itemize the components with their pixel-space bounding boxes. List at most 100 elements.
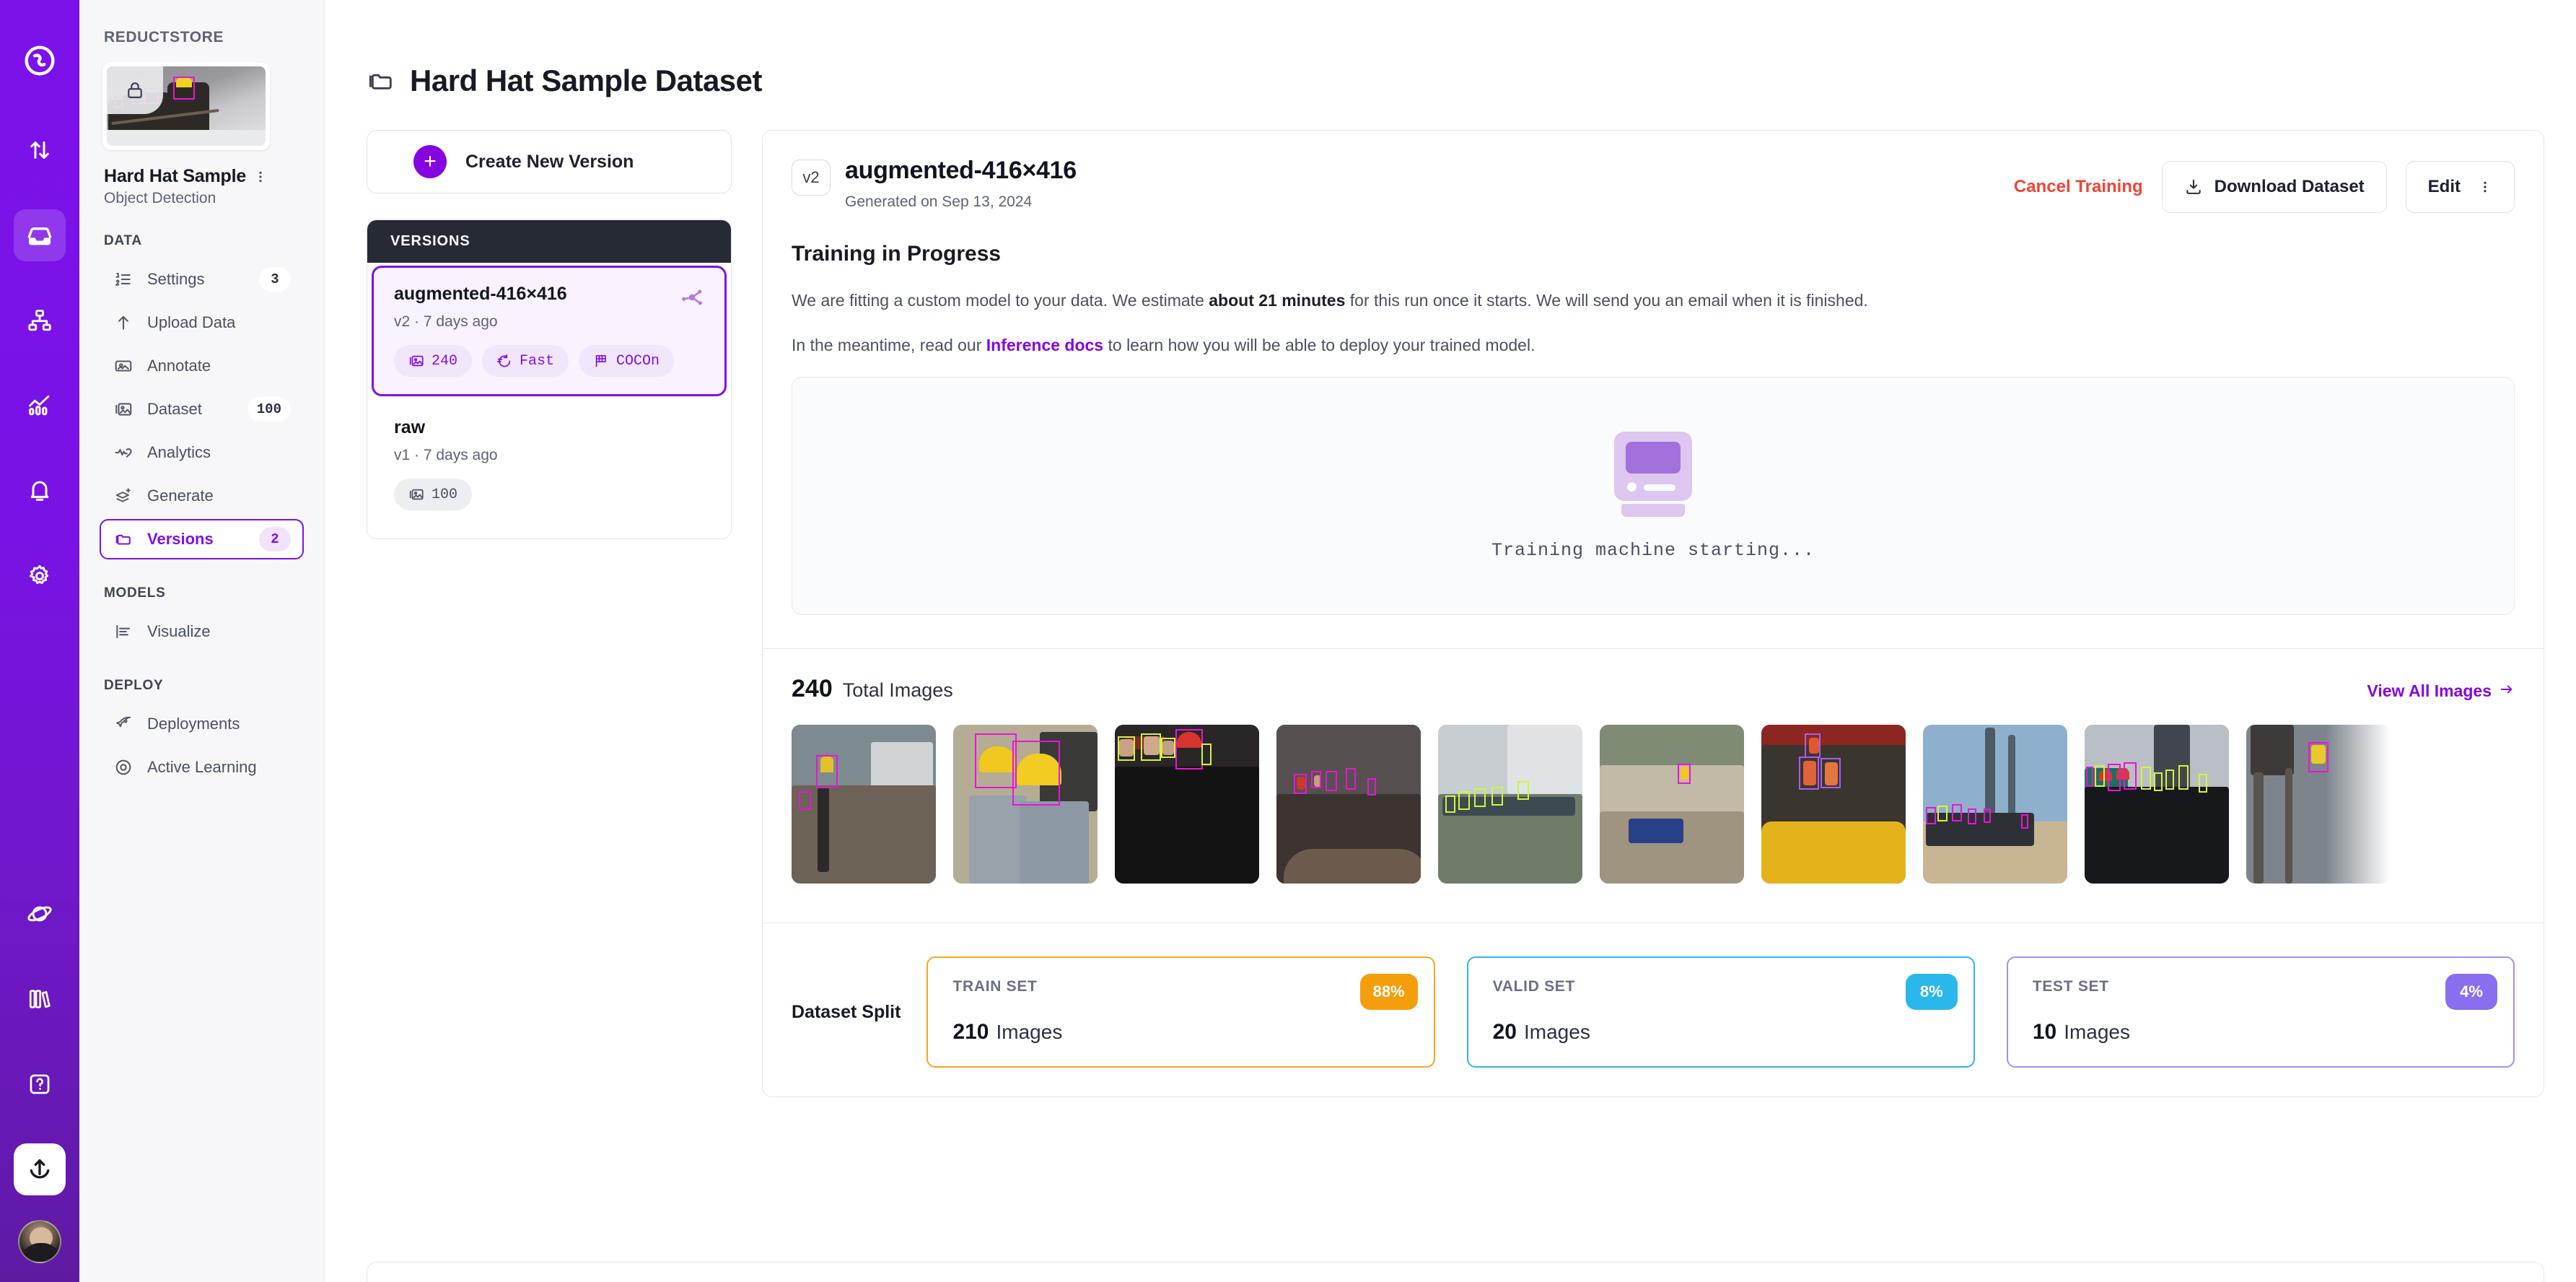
training-paragraph-2: In the meantime, read our Inference docs… xyxy=(792,333,2515,359)
sidebar-item-versions[interactable]: Versions 2 xyxy=(100,519,304,559)
sidebar-item-label: Annotate xyxy=(147,357,291,375)
app-logo-icon[interactable] xyxy=(14,35,66,87)
split-percentage-badge: 88% xyxy=(1360,974,1418,1010)
target-icon xyxy=(113,758,134,777)
edit-label: Edit xyxy=(2428,177,2461,197)
sidebar-item-upload-data[interactable]: Upload Data xyxy=(100,302,304,343)
view-all-images-label: View All Images xyxy=(2367,681,2492,701)
sidebar-item-label: Deployments xyxy=(147,715,291,733)
help-icon[interactable] xyxy=(14,1058,66,1110)
total-images-count: 240 xyxy=(792,675,833,703)
transfer-icon[interactable] xyxy=(14,124,66,176)
training-p1-estimate: about 21 minutes xyxy=(1209,291,1345,310)
lock-icon xyxy=(107,66,163,114)
sidebar-item-label: Dataset xyxy=(147,400,235,419)
sidebar-section-data: DATA xyxy=(104,233,304,249)
image-thumbnail-strip[interactable] xyxy=(792,725,2515,891)
images-header: 240 Total Images View All Images xyxy=(792,675,2515,703)
dataset-split-label: Dataset Split xyxy=(792,1002,901,1023)
split-value-row: 10Images xyxy=(2033,1020,2489,1045)
project-thumbnail[interactable] xyxy=(102,62,270,150)
split-value: 20 xyxy=(1493,1020,1517,1044)
sidebar-item-deployments[interactable]: Deployments xyxy=(100,704,304,744)
analytics-icon[interactable] xyxy=(14,380,66,432)
version-generated-date: Generated on Sep 13, 2024 xyxy=(845,193,1077,211)
sidebar-section-deploy: DEPLOY xyxy=(104,678,304,694)
gear-icon[interactable] xyxy=(14,550,66,602)
graph-nodes-icon xyxy=(680,285,704,313)
version-list-item-v2[interactable]: augmented-416×416 v2 · 7 days ago 240 xyxy=(372,266,727,396)
arrow-right-icon xyxy=(2499,681,2515,702)
org-chart-icon[interactable] xyxy=(14,295,66,346)
chip-label: 240 xyxy=(431,353,457,370)
folders-icon xyxy=(367,66,395,95)
training-p1-b: for this run once it starts. We will sen… xyxy=(1345,291,1867,310)
sidebar-item-label: Visualize xyxy=(147,622,291,641)
sidebar-item-generate[interactable]: Generate xyxy=(100,476,304,516)
library-icon[interactable] xyxy=(14,973,66,1025)
sidebar-item-active-learning[interactable]: Active Learning xyxy=(100,747,304,788)
image-thumbnail[interactable] xyxy=(1115,725,1259,884)
annotate-icon xyxy=(113,357,134,375)
training-p1-a: We are fitting a custom model to your da… xyxy=(792,291,1209,310)
sidebar-item-settings[interactable]: Settings 3 xyxy=(100,259,304,300)
image-thumbnail[interactable] xyxy=(1276,725,1421,884)
split-value: 10 xyxy=(2033,1020,2056,1044)
split-unit: Images xyxy=(1524,1021,1590,1043)
layers-plus-icon xyxy=(113,487,134,505)
sidebar-item-badge: 100 xyxy=(247,397,291,422)
download-dataset-button[interactable]: Download Dataset xyxy=(2162,161,2387,213)
create-new-version-label: Create New Version xyxy=(465,152,634,173)
image-thumbnail[interactable] xyxy=(1761,725,1906,884)
version-meta: v2 · 7 days ago xyxy=(394,313,704,331)
image-thumbnail[interactable] xyxy=(792,725,936,884)
edit-button[interactable]: Edit xyxy=(2406,161,2515,213)
version-detail-column: v2 augmented-416×416 Generated on Sep 13… xyxy=(762,130,2544,1097)
bell-icon[interactable] xyxy=(14,465,66,517)
upload-button[interactable] xyxy=(14,1143,66,1195)
arrow-up-icon xyxy=(113,313,134,332)
inference-docs-link[interactable]: Inference docs xyxy=(986,336,1103,354)
content-columns: + Create New Version VERSIONS augmented-… xyxy=(325,98,2576,1097)
split-value-row: 20 Images xyxy=(1493,1020,1949,1045)
kebab-menu-icon[interactable] xyxy=(2478,178,2492,196)
versions-panel: VERSIONS augmented-416×416 v2 · 7 days a… xyxy=(367,219,732,539)
sidebar-item-label: Upload Data xyxy=(147,313,291,332)
rail-bottom-group xyxy=(14,888,66,1282)
image-thumbnail[interactable] xyxy=(2246,725,2391,884)
training-status-text: Training machine starting... xyxy=(1491,540,1815,561)
sidebar-item-label: Versions xyxy=(147,530,246,549)
page-header: Hard Hat Sample Dataset xyxy=(325,0,2576,98)
view-all-images-link[interactable]: View All Images xyxy=(2367,681,2515,702)
image-thumbnail[interactable] xyxy=(1600,725,1744,884)
version-list-item-v1[interactable]: raw v1 · 7 days ago 100 xyxy=(372,396,727,528)
next-panel-edge xyxy=(367,1262,2544,1282)
image-thumbnail[interactable] xyxy=(953,725,1098,884)
sidebar-item-visualize[interactable]: Visualize xyxy=(100,611,304,652)
sidebar-item-analytics[interactable]: Analytics xyxy=(100,432,304,473)
image-thumbnail[interactable] xyxy=(2085,725,2229,884)
split-name: VALID SET xyxy=(1493,978,1949,995)
versions-column: + Create New Version VERSIONS augmented-… xyxy=(367,130,732,539)
total-images-label: Total Images xyxy=(843,679,953,702)
universe-icon[interactable] xyxy=(14,888,66,940)
avatar[interactable] xyxy=(18,1220,61,1263)
inbox-icon[interactable] xyxy=(14,209,66,261)
cancel-training-button[interactable]: Cancel Training xyxy=(2014,177,2143,197)
rocket-icon xyxy=(113,715,134,733)
version-name: raw xyxy=(394,417,704,438)
sidebar-item-dataset[interactable]: Dataset 100 xyxy=(100,389,304,429)
split-percentage-badge: 4% xyxy=(2445,974,2497,1010)
split-value-row: 210Images xyxy=(952,1020,1409,1045)
kebab-menu-icon[interactable] xyxy=(253,168,268,186)
project-name: Hard Hat Sample xyxy=(104,166,246,187)
create-new-version-button[interactable]: + Create New Version xyxy=(367,130,732,193)
image-thumbnail[interactable] xyxy=(1438,725,1582,884)
org-label: REDUCTSTORE xyxy=(104,29,304,46)
split-name: TRAIN SET xyxy=(952,978,1409,995)
image-thumbnail[interactable] xyxy=(1923,725,2067,884)
sidebar-item-label: Analytics xyxy=(147,443,291,462)
sidebar-item-annotate[interactable]: Annotate xyxy=(100,346,304,386)
split-card-train: TRAIN SET 88% 210Images xyxy=(926,956,1434,1068)
project-type: Object Detection xyxy=(104,190,304,207)
